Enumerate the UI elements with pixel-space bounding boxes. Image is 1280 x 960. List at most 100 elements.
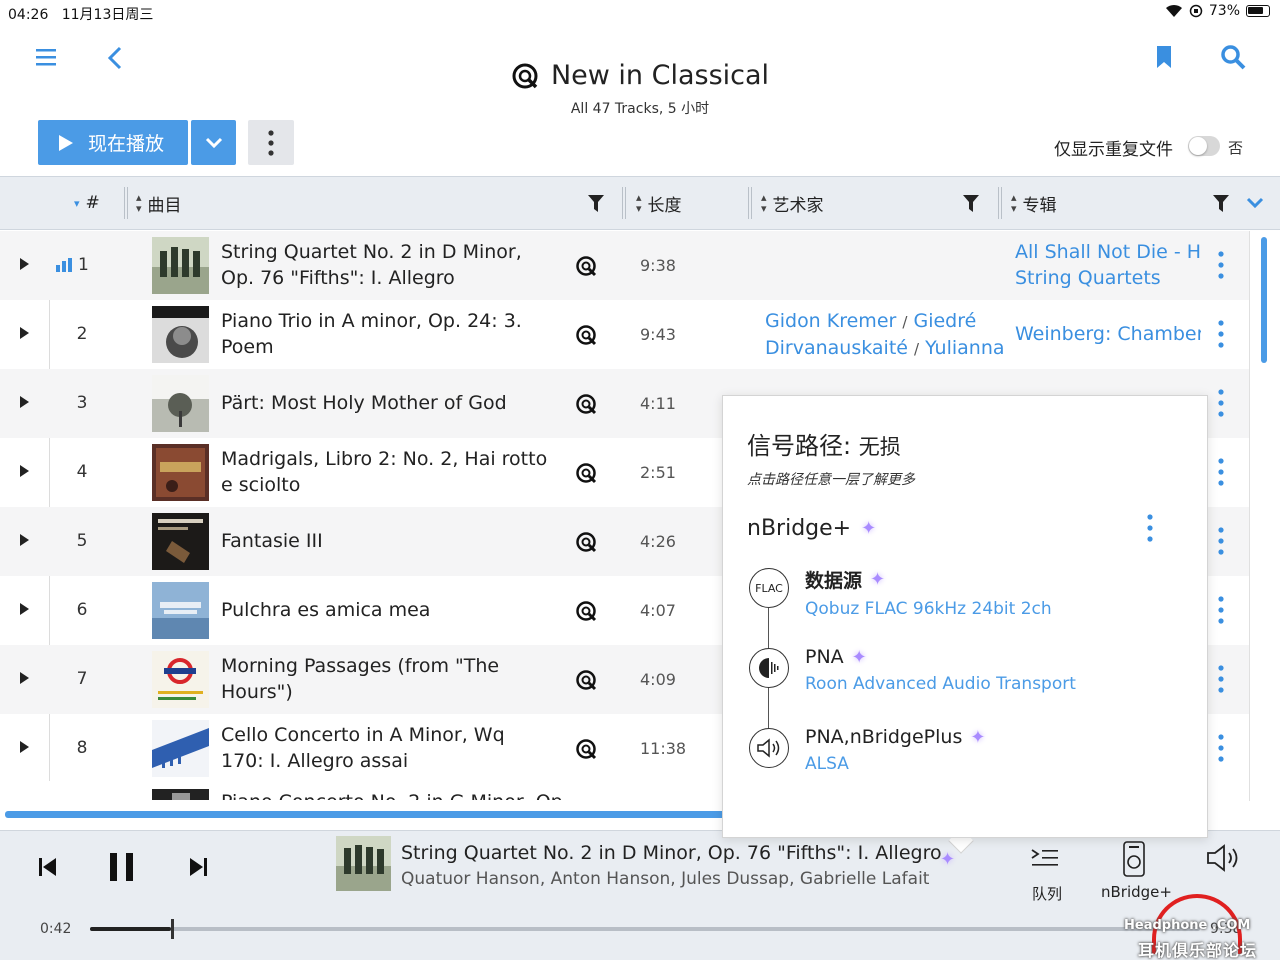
pause-icon[interactable] — [108, 852, 136, 882]
queue-icon[interactable] — [1030, 846, 1060, 870]
artist-link[interactable]: Giedré — [913, 310, 976, 332]
track-number: 1 — [78, 255, 89, 275]
row-play-icon[interactable] — [20, 465, 29, 477]
artist-link[interactable]: Yulianna — [925, 337, 1004, 359]
column-divider[interactable] — [622, 187, 626, 219]
artist-link[interactable]: Dirvanauskaité — [765, 337, 908, 359]
more-vertical-icon[interactable] — [1218, 320, 1224, 348]
track-artist[interactable]: Gidon Kremer / Giedré Dirvanauskaité / Yu… — [765, 308, 1005, 362]
track-duration: 4:26 — [640, 532, 676, 551]
row-play-icon[interactable] — [20, 672, 29, 684]
more-vertical-icon[interactable] — [1218, 389, 1224, 417]
track-title[interactable]: Fantasie III — [221, 528, 551, 554]
seek-handle[interactable] — [171, 919, 174, 939]
signal-node-source-info[interactable]: 数据源 ✦ Qobuz FLAC 96kHz 24bit 2ch — [805, 566, 1052, 619]
track-number: 8 — [76, 738, 88, 758]
more-vertical-icon[interactable] — [1218, 251, 1224, 279]
row-play-icon[interactable] — [20, 534, 29, 546]
next-icon[interactable] — [188, 856, 208, 878]
track-title[interactable]: Pulchra es amica mea — [221, 597, 551, 623]
column-artist[interactable]: ▴ ▾ 艺术家 — [761, 177, 824, 229]
track-album[interactable]: Weinberg: Chamber Music — [1015, 321, 1201, 347]
track-number: 5 — [76, 531, 88, 551]
track-title[interactable]: Piano Concerto No. 2 in G Minor, Op. — [221, 791, 569, 800]
track-row[interactable]: 2 Piano Trio in A minor, Op. 24: 3. Poem… — [0, 300, 1250, 369]
row-play-icon[interactable] — [20, 396, 29, 408]
track-number: 4 — [76, 462, 88, 482]
seek-bar[interactable] — [90, 927, 1200, 931]
sort-desc-icon: ▾ — [74, 196, 80, 210]
queue-label[interactable]: 队列 — [1032, 883, 1062, 904]
row-play-icon[interactable] — [20, 327, 29, 339]
track-number: 6 — [76, 600, 88, 620]
signal-path-title-text: 信号路径: — [747, 432, 859, 460]
column-num[interactable]: ▾ # — [74, 177, 100, 229]
column-album[interactable]: ▴ ▾ 专辑 — [1011, 177, 1057, 229]
album-cover — [152, 444, 209, 501]
more-vertical-icon[interactable] — [1218, 665, 1224, 693]
signal-node-output-info[interactable]: PNA,nBridgePlus ✦ ALSA — [805, 726, 985, 774]
node-detail[interactable]: Qobuz FLAC 96kHz 24bit 2ch — [805, 599, 1052, 619]
artist-link[interactable]: Gidon Kremer — [765, 310, 896, 332]
volume-icon[interactable] — [1206, 843, 1242, 873]
row-play-icon[interactable] — [20, 258, 29, 270]
columns-chevron-icon[interactable] — [1246, 197, 1264, 209]
now-playing-cover[interactable] — [336, 836, 391, 891]
now-playing-artists[interactable]: Quatuor Hanson, Anton Hanson, Jules Duss… — [401, 869, 929, 889]
more-vertical-icon[interactable] — [1218, 458, 1224, 486]
signal-node-source[interactable]: FLAC — [749, 568, 789, 608]
play-options-button[interactable] — [191, 120, 236, 165]
qobuz-icon — [576, 739, 597, 760]
node-detail[interactable]: Roon Advanced Audio Transport — [805, 674, 1076, 694]
quality-star-icon: ✦ — [870, 569, 886, 590]
filter-icon[interactable] — [588, 195, 604, 212]
duplicates-toggle[interactable] — [1188, 136, 1220, 156]
track-row[interactable]: Piano Concerto No. 2 in G Minor, Op. — [0, 783, 722, 800]
signal-node-transport-info[interactable]: PNA ✦ Roon Advanced Audio Transport — [805, 646, 1076, 694]
column-divider[interactable] — [124, 187, 128, 219]
more-options-button[interactable] — [248, 120, 294, 165]
qobuz-icon — [576, 394, 597, 415]
more-vertical-icon[interactable] — [1218, 527, 1224, 555]
track-duration: 4:11 — [640, 394, 676, 413]
column-divider[interactable] — [998, 187, 1002, 219]
track-album[interactable]: All Shall Not Die - Haydn String Quartets — [1015, 239, 1201, 291]
track-title[interactable]: Madrigals, Libro 2: No. 2, Hai rotto e s… — [221, 446, 551, 498]
more-vertical-icon[interactable] — [1218, 734, 1224, 762]
sort-icon: ▴ ▾ — [761, 191, 767, 215]
now-playing-title[interactable]: String Quartet No. 2 in D Minor, Op. 76 … — [401, 842, 942, 864]
zone-device-icon[interactable] — [1120, 840, 1148, 878]
duplicates-label: 仅显示重复文件 — [1054, 140, 1173, 160]
track-title[interactable]: Morning Passages (from "The Hours") — [221, 653, 551, 705]
track-row[interactable]: 1 String Quartet No. 2 in D Minor, Op. 7… — [0, 231, 1250, 300]
signal-node-transport[interactable] — [749, 648, 789, 688]
qobuz-icon — [576, 256, 597, 277]
watermark-text-cn: 耳机俱乐部论坛 — [1138, 941, 1258, 960]
signal-device[interactable]: nBridge+ ✦ — [747, 516, 876, 541]
signal-path-icon[interactable]: ✦ — [940, 849, 955, 870]
filter-icon[interactable] — [1213, 195, 1229, 212]
row-play-icon[interactable] — [20, 741, 29, 753]
column-divider[interactable] — [748, 187, 752, 219]
more-vertical-icon[interactable] — [1218, 596, 1224, 624]
track-title[interactable]: Piano Trio in A minor, Op. 24: 3. Poem — [221, 308, 551, 360]
more-vertical-icon[interactable] — [1147, 514, 1153, 542]
zone-label[interactable]: nBridge+ — [1101, 883, 1172, 901]
track-title[interactable]: String Quartet No. 2 in D Minor, Op. 76 … — [221, 239, 551, 291]
signal-node-output[interactable] — [749, 728, 789, 768]
track-title[interactable]: Pärt: Most Holy Mother of God — [221, 390, 551, 416]
album-line[interactable]: All Shall Not Die - Haydn — [1015, 241, 1201, 263]
scrollbar[interactable] — [1261, 237, 1267, 363]
previous-icon[interactable] — [38, 856, 58, 878]
column-track[interactable]: ▴ ▾ 曲目 — [136, 177, 182, 229]
album-cover — [152, 651, 209, 708]
album-line[interactable]: String Quartets — [1015, 267, 1161, 289]
column-track-label: 曲目 — [147, 195, 182, 216]
row-play-icon[interactable] — [20, 603, 29, 615]
play-now-button[interactable]: 现在播放 — [38, 120, 188, 165]
column-length[interactable]: ▴ ▾ 长度 — [636, 177, 682, 229]
node-detail[interactable]: ALSA — [805, 754, 985, 774]
signal-device-name[interactable]: nBridge+ — [747, 516, 851, 541]
track-title[interactable]: Cello Concerto in A Minor, Wq 170: I. Al… — [221, 722, 551, 774]
filter-icon[interactable] — [963, 195, 979, 212]
